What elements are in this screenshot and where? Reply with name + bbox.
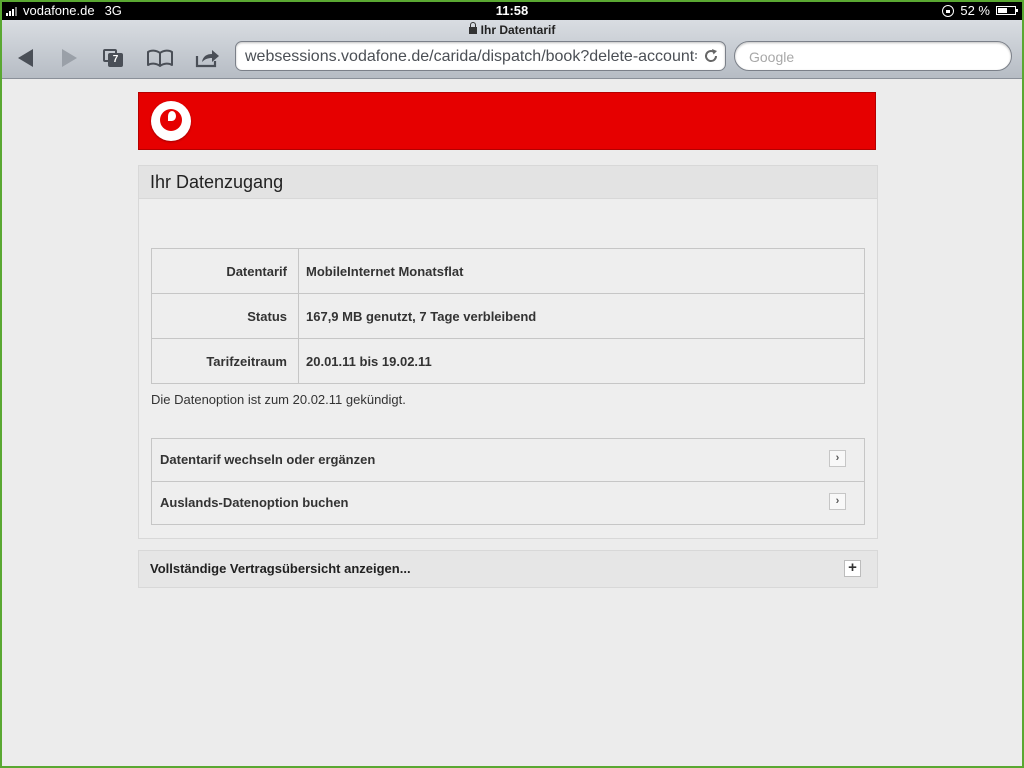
row-label: Tarifzeitraum — [151, 338, 299, 384]
share-icon — [195, 50, 219, 68]
secure-lock-icon — [468, 22, 477, 34]
section-title: Ihr Datenzugang — [150, 172, 284, 192]
table-row: Tarifzeitraum 20.01.11 bis 19.02.11 — [151, 338, 865, 384]
address-bar[interactable]: websessions.vodafone.de/carida/dispatch/… — [235, 41, 726, 71]
plus-icon[interactable]: + — [844, 560, 861, 577]
back-arrow-icon — [17, 49, 33, 67]
vodafone-logo[interactable] — [151, 101, 191, 141]
table-row: Status 167,9 MB genutzt, 7 Tage verbleib… — [151, 293, 865, 339]
device-frame: vodafone.de 3G 11:58 52 % Ihr Datentarif… — [2, 2, 1022, 766]
change-tariff-link[interactable]: Datentarif wechseln oder ergänzen › — [152, 439, 864, 481]
search-field[interactable] — [734, 41, 1012, 71]
table-row: Datentarif MobileInternet Monatsflat — [151, 248, 865, 294]
pages-icon: 7 — [103, 49, 123, 67]
url-text[interactable]: websessions.vodafone.de/carida/dispatch/… — [245, 48, 697, 66]
accordion-label: Vollständige Vertragsübersicht anzeigen.… — [150, 561, 411, 576]
browser-toolbar: Ihr Datentarif 7 websessions.vodafone.de… — [2, 20, 1022, 79]
chevron-right-icon[interactable]: › — [829, 493, 846, 510]
panel-header: Ihr Datenzugang — [139, 166, 877, 199]
cancellation-notice: Die Datenoption ist zum 20.02.11 gekündi… — [151, 392, 406, 407]
back-button[interactable] — [10, 46, 40, 70]
battery-percent: 52 % — [960, 3, 990, 18]
page-title: Ihr Datentarif — [2, 22, 1022, 37]
page-title-text: Ihr Datentarif — [480, 23, 556, 37]
row-label: Status — [151, 293, 299, 339]
action-list: Datentarif wechseln oder ergänzen › Ausl… — [151, 438, 865, 525]
tariff-info-table: Datentarif MobileInternet Monatsflat Sta… — [151, 248, 865, 384]
bookmarks-button[interactable] — [145, 46, 175, 70]
status-right: 52 % — [942, 3, 1018, 18]
rotation-lock-icon — [942, 4, 955, 17]
chevron-right-icon[interactable]: › — [829, 450, 846, 467]
row-label: Datentarif — [151, 248, 299, 294]
pages-button[interactable]: 7 — [98, 46, 128, 70]
brand-banner — [138, 92, 876, 150]
battery-icon — [996, 6, 1018, 15]
row-value: 20.01.11 bis 19.02.11 — [298, 338, 865, 384]
row-value: 167,9 MB genutzt, 7 Tage verbleibend — [298, 293, 865, 339]
row-value: MobileInternet Monatsflat — [298, 248, 865, 294]
reload-icon[interactable] — [703, 48, 719, 64]
web-content: Ihr Datenzugang Datentarif MobileInterne… — [2, 79, 1022, 766]
link-label: Datentarif wechseln oder ergänzen — [160, 452, 376, 467]
data-access-panel: Ihr Datenzugang Datentarif MobileInterne… — [138, 165, 878, 539]
status-bar: vodafone.de 3G 11:58 52 % — [2, 2, 1022, 20]
tab-count: 7 — [108, 53, 123, 67]
book-roaming-option-link[interactable]: Auslands-Datenoption buchen › — [152, 481, 864, 524]
share-button[interactable] — [193, 46, 223, 70]
forward-button[interactable] — [54, 46, 84, 70]
search-input[interactable] — [747, 47, 1001, 67]
contract-overview-toggle[interactable]: Vollständige Vertragsübersicht anzeigen.… — [138, 550, 878, 588]
link-label: Auslands-Datenoption buchen — [160, 495, 349, 510]
book-icon — [147, 49, 173, 67]
forward-arrow-icon — [61, 49, 77, 67]
clock: 11:58 — [495, 3, 529, 18]
